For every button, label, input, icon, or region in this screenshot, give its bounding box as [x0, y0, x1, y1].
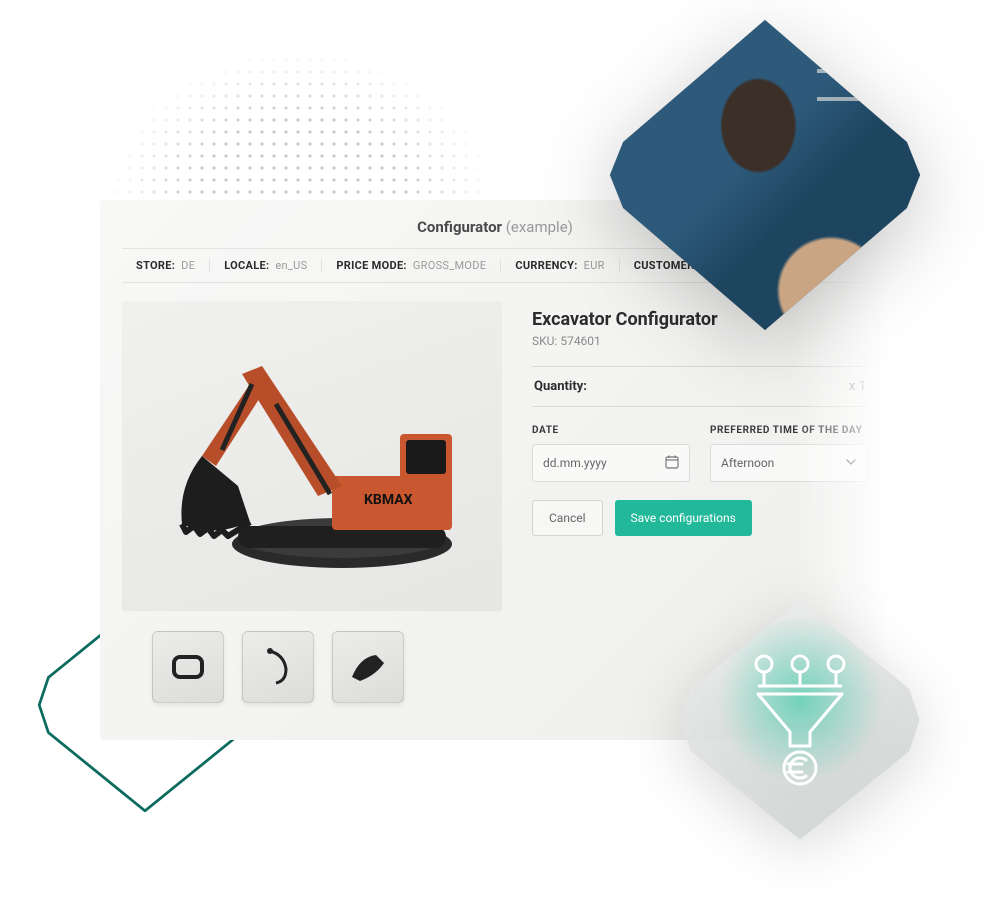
save-button[interactable]: Save configurations — [615, 500, 752, 536]
meta-store[interactable]: STORE: DE — [122, 259, 210, 272]
meta-currency-label: CURRENCY: — [515, 259, 577, 272]
quantity-value: x 1 — [849, 379, 866, 394]
date-field-label: DATE — [532, 425, 690, 436]
save-button-label: Save configurations — [631, 511, 736, 525]
meta-price-mode-label: PRICE MODE: — [336, 259, 406, 272]
person-photo-diamond — [600, 10, 930, 340]
chevron-down-icon — [845, 456, 857, 471]
product-3d-view[interactable]: KBMAX — [122, 301, 502, 611]
part-bucket-icon — [346, 645, 390, 689]
sku-value: 574601 — [560, 334, 600, 348]
time-select[interactable]: Afternoon — [710, 444, 868, 482]
quantity-label: Quantity: — [534, 379, 587, 394]
panel-title-text: Configurator — [417, 218, 502, 236]
excavator-icon: KBMAX — [142, 326, 482, 586]
date-input[interactable]: dd.mm.yyyy — [532, 444, 690, 482]
date-placeholder: dd.mm.yyyy — [543, 456, 607, 470]
thumbnail-1[interactable] — [152, 631, 224, 703]
product-brand-text: KBMAX — [364, 492, 413, 508]
quantity-row: Quantity: x 1 — [532, 366, 868, 407]
cancel-button[interactable]: Cancel — [532, 500, 603, 536]
meta-price-mode[interactable]: PRICE MODE: GROSS_MODE — [322, 259, 501, 272]
meta-locale-label: LOCALE: — [224, 259, 269, 272]
thumbnail-3[interactable] — [332, 631, 404, 703]
calendar-icon — [665, 455, 679, 472]
cancel-button-label: Cancel — [549, 511, 586, 525]
thumbnail-row — [122, 631, 502, 703]
part-arm-icon — [256, 645, 300, 689]
meta-locale[interactable]: LOCALE: en_US — [210, 259, 322, 272]
funnel-euro-icon — [740, 650, 860, 790]
funnel-icon-diamond — [670, 590, 930, 850]
meta-price-mode-value: GROSS_MODE — [413, 259, 487, 272]
panel-title-suffix: (example) — [506, 218, 573, 236]
time-field-label: PREFERRED TIME OF THE DAY — [710, 425, 868, 436]
part-base-icon — [166, 645, 210, 689]
thumbnail-2[interactable] — [242, 631, 314, 703]
time-value: Afternoon — [721, 456, 774, 470]
sku-label: SKU: — [532, 334, 557, 348]
person-photo — [600, 10, 930, 340]
meta-locale-value: en_US — [275, 259, 307, 272]
meta-store-label: STORE: — [136, 259, 175, 272]
meta-store-value: DE — [181, 259, 195, 272]
